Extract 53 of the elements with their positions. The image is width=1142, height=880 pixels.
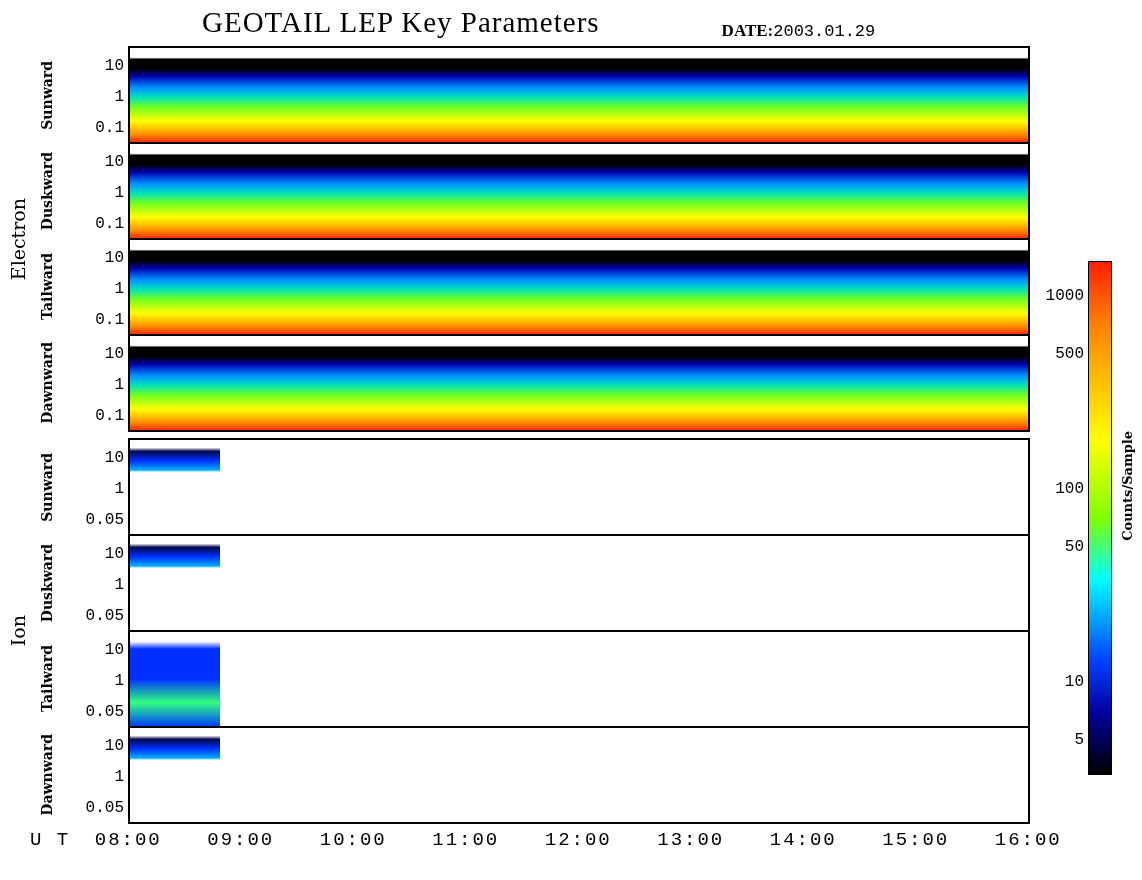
- colorbar-tick-label: 1000: [1045, 286, 1084, 307]
- group-label: Ion: [5, 615, 30, 647]
- axis-tick-label: 10: [104, 56, 124, 77]
- axis-tick-label: 08:00: [93, 828, 163, 853]
- date-label: DATE:2003.01.29: [721, 19, 876, 43]
- group-label: Electron: [5, 197, 30, 281]
- axis-tick-label: 1: [114, 671, 124, 692]
- panel-label: Tailward: [37, 645, 56, 713]
- axis-tick-label: 0.05: [85, 702, 124, 723]
- axis-tick-label: 10: [104, 736, 124, 757]
- axis-tick-label: 0.05: [85, 606, 124, 627]
- axis-tick-label: 10: [104, 152, 124, 173]
- axis-tick-label: 10: [104, 448, 124, 469]
- axis-tick-label: 0.05: [85, 510, 124, 531]
- panel-label: Tailward: [37, 253, 56, 321]
- axis-tick-label: 0.1: [95, 310, 124, 331]
- panel-label: Sunward: [37, 452, 56, 522]
- chart-title: GEOTAIL LEP Key Parameters: [202, 4, 600, 40]
- axis-tick-label: 10: [104, 344, 124, 365]
- axis-tick-label: 1: [114, 87, 124, 108]
- axis-tick-label: 10: [104, 248, 124, 269]
- axis-tick-label: 0.1: [95, 214, 124, 235]
- panel-label: Duskward: [37, 151, 56, 231]
- axis-tick-label: 1: [114, 767, 124, 788]
- axis-tick-label: 1: [114, 183, 124, 204]
- axis-tick-label: 1: [114, 479, 124, 500]
- axis-tick-label: 14:00: [768, 828, 838, 853]
- colorbar-tick-label: 50: [1064, 537, 1084, 559]
- colorbar-title: Counts/Sample: [1119, 431, 1136, 541]
- axis-tick-label: 1: [114, 375, 124, 396]
- axis-tick-label: 10:00: [318, 828, 388, 853]
- colorbar-tick-label: 5: [1074, 730, 1084, 752]
- axis-tick-label: 13:00: [656, 828, 726, 853]
- axis-tick-label: 16:00: [993, 828, 1063, 853]
- axis-tick-label: 11:00: [431, 828, 501, 853]
- panel-label: Duskward: [37, 543, 56, 623]
- axis-tick-label: 10: [104, 544, 124, 565]
- colorbar-tick-label: 100: [1055, 479, 1084, 500]
- axis-title: U T: [29, 828, 72, 853]
- axis-tick-label: 0.1: [95, 118, 124, 139]
- axis-tick-label: 0.05: [85, 798, 124, 819]
- axis-tick-label: 09:00: [206, 828, 276, 853]
- axis-tick-label: 15:00: [881, 828, 951, 853]
- colorbar-tick-label: 10: [1064, 672, 1084, 693]
- panel-label: Sunward: [37, 60, 56, 130]
- axis-tick-label: 1: [114, 279, 124, 300]
- panel-label: Dawnward: [37, 734, 56, 816]
- axis-tick-label: 12:00: [543, 828, 613, 853]
- axis-tick-label: 10: [104, 640, 124, 661]
- panel-label: Dawnward: [37, 342, 56, 424]
- axis-tick-label: 0.1: [95, 406, 124, 427]
- axis-tick-label: 1: [114, 575, 124, 596]
- colorbar-tick-label: 500: [1055, 344, 1084, 366]
